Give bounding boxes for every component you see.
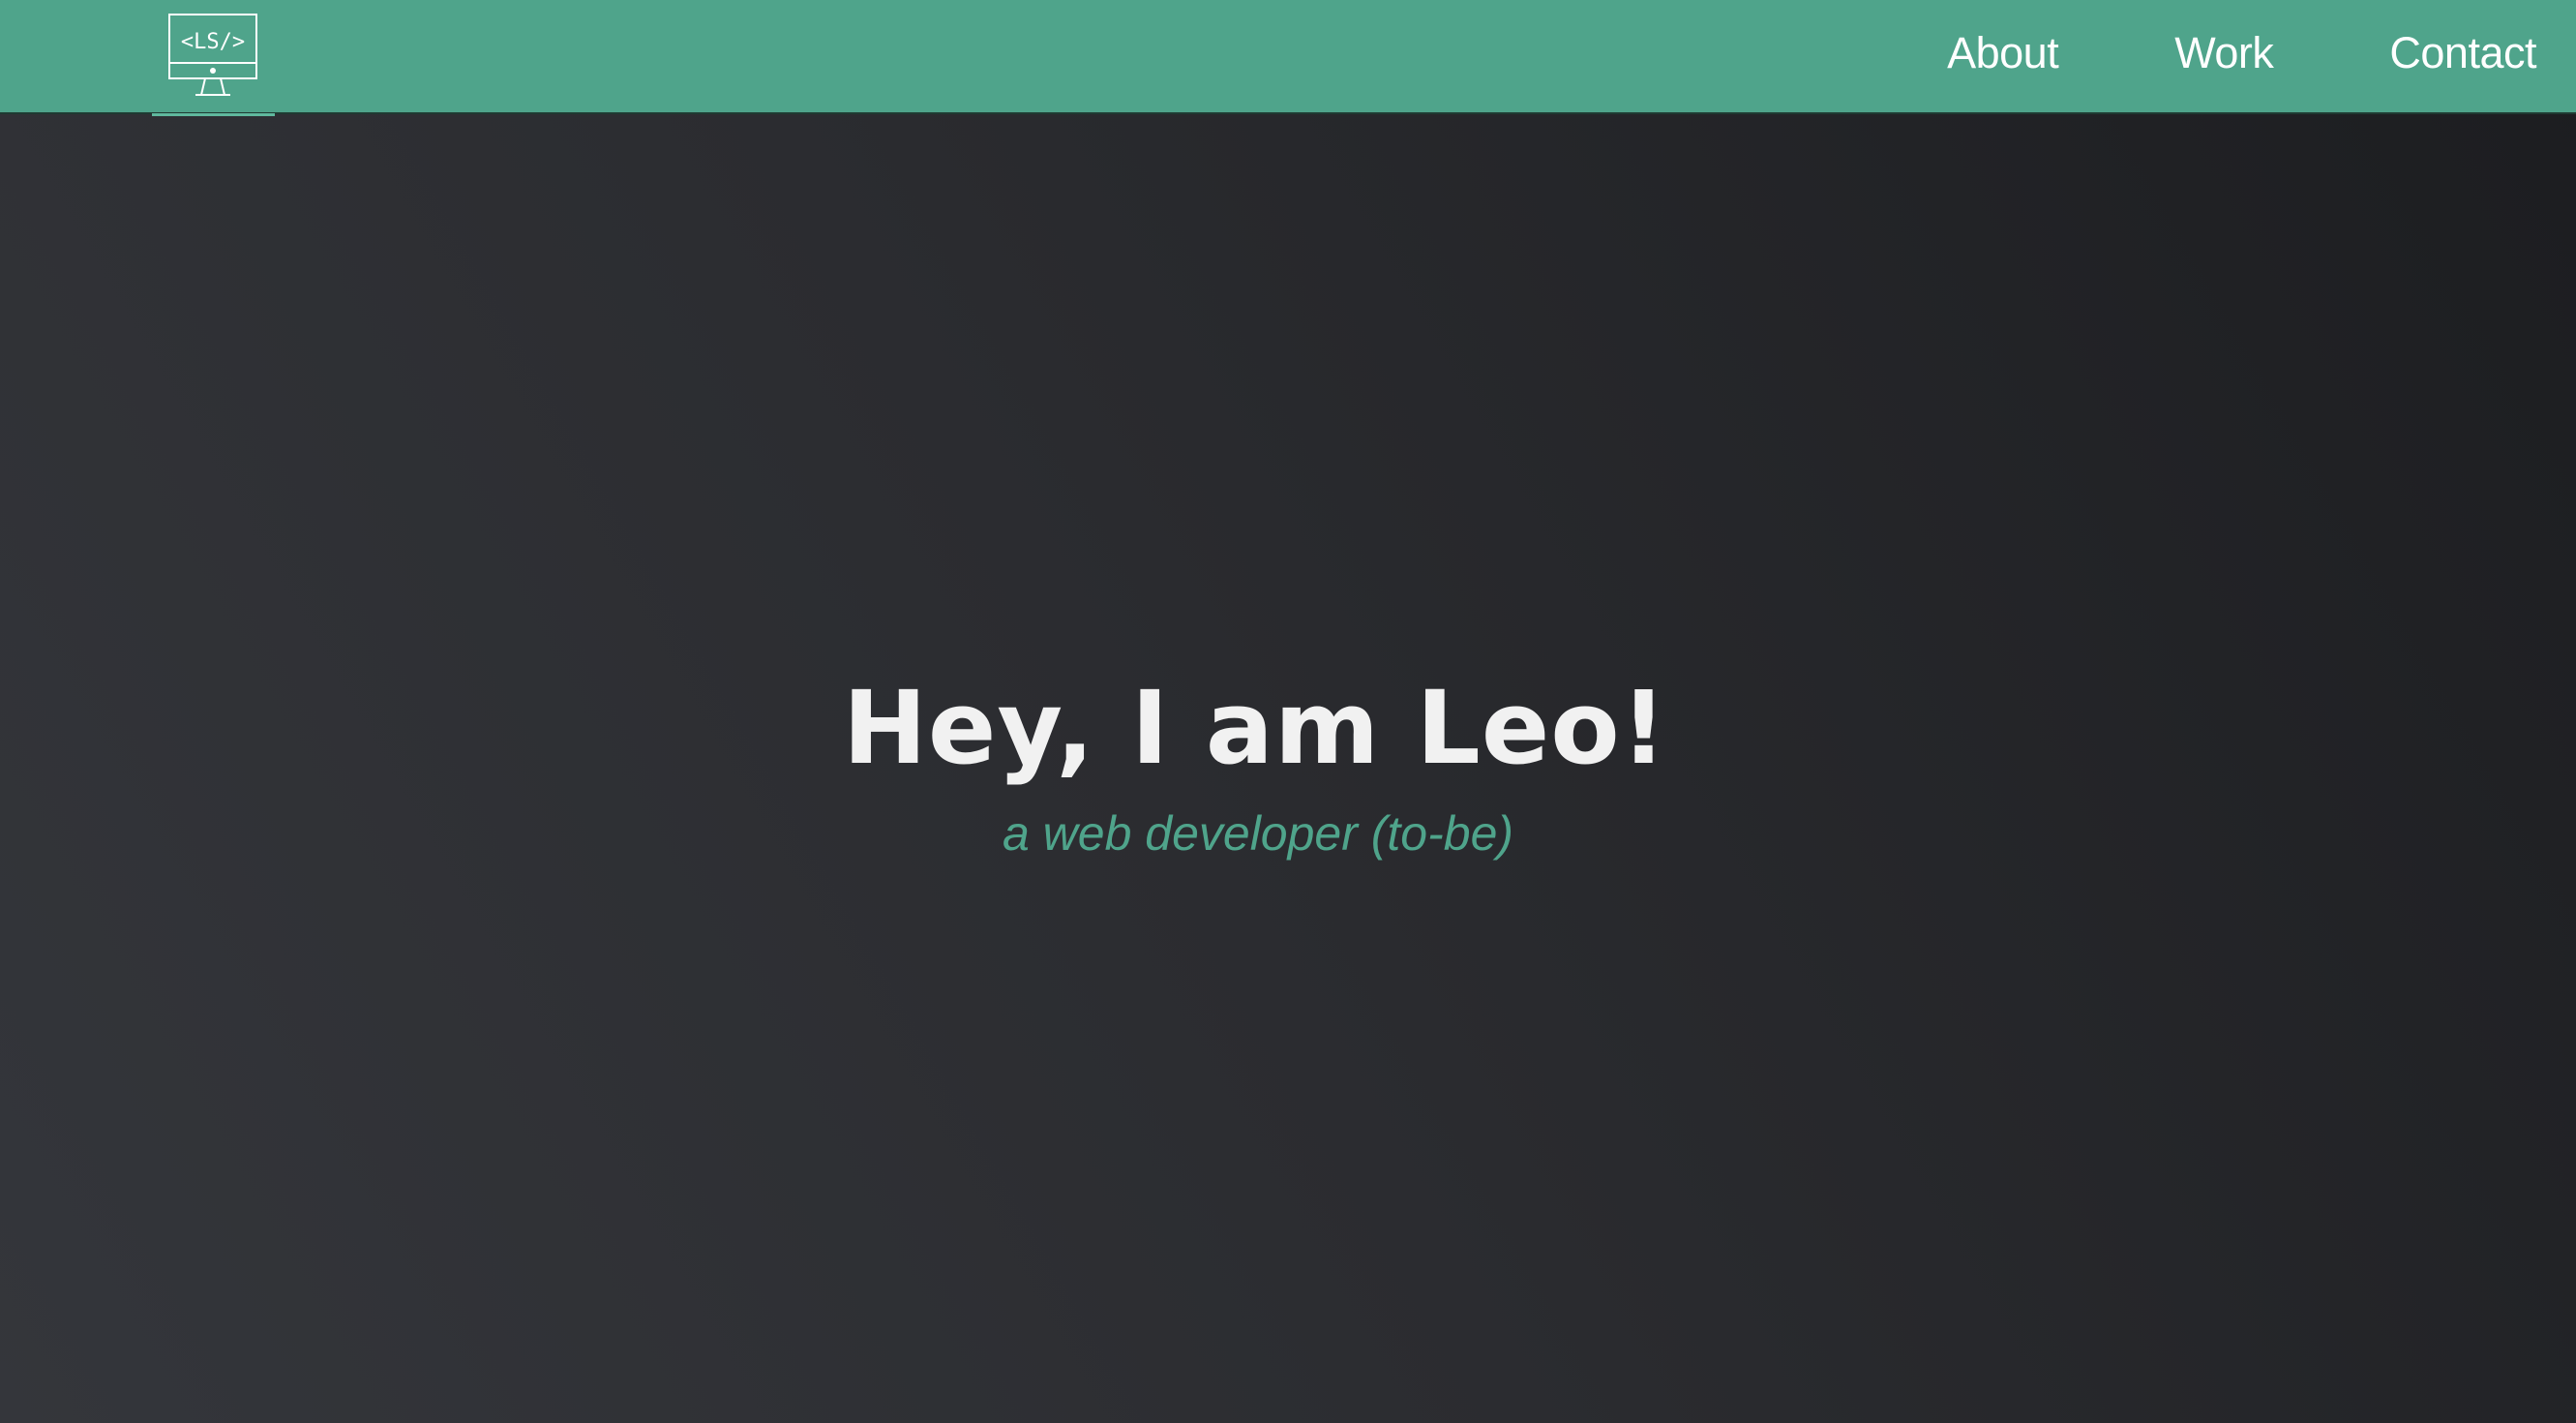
nav-link-work[interactable]: Work	[2174, 28, 2274, 78]
nav-link-contact[interactable]: Contact	[2389, 28, 2536, 78]
logo-link[interactable]: <LS/>	[152, 0, 275, 116]
monitor-icon: <LS/>	[168, 14, 257, 96]
logo-text: <LS/>	[181, 30, 245, 54]
nav-links: About Work Contact	[1947, 0, 2536, 106]
nav-link-about[interactable]: About	[1947, 28, 2059, 78]
hero-title: Hey, I am Leo!	[842, 669, 1668, 787]
navbar: <LS/> About Work Contact	[0, 0, 2576, 116]
hero-subtitle: a web developer (to-be)	[1002, 806, 1514, 861]
hero-section: Hey, I am Leo! a web developer (to-be)	[0, 114, 2576, 1423]
